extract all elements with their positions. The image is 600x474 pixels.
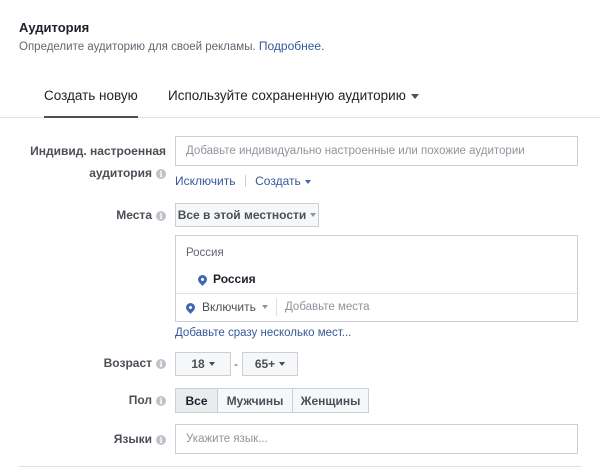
locations-box: Россия Россия Включить Добавьте места: [175, 235, 578, 322]
info-icon[interactable]: i: [156, 169, 166, 179]
location-group-header: Россия: [186, 247, 224, 259]
age-label: Возраст i: [20, 356, 166, 370]
age-min-dropdown[interactable]: 18: [175, 352, 231, 376]
chevron-down-icon: [310, 213, 317, 217]
languages-input[interactable]: Укажите язык...: [175, 424, 578, 454]
add-locations-placeholder: Добавьте места: [285, 301, 370, 313]
tab-saved-audience[interactable]: Используйте сохраненную аудиторию: [168, 88, 419, 116]
add-locations-input[interactable]: Добавьте места: [285, 301, 370, 313]
location-type-dropdown[interactable]: Все в этой местности: [175, 203, 319, 227]
location-pin-icon: [196, 272, 209, 286]
gender-option-women-label: Женщины: [300, 393, 361, 408]
custom-audience-label: Индивид. настроенная аудитория i: [20, 140, 166, 184]
gender-option-men-label: Мужчины: [226, 393, 284, 408]
locations-label: Места i: [20, 208, 166, 222]
custom-audience-input[interactable]: Добавьте индивидуально настроенные или п…: [175, 136, 578, 166]
info-icon[interactable]: i: [156, 396, 166, 406]
gender-option-women[interactable]: Женщины: [293, 388, 369, 413]
audience-card: Аудитория Определите аудиторию для своей…: [0, 0, 600, 474]
chevron-down-icon: [304, 179, 311, 184]
chevron-down-icon: [279, 362, 286, 366]
bottom-divider: [19, 466, 581, 467]
info-icon[interactable]: i: [156, 435, 166, 445]
location-type-value: Все в этой местности: [177, 208, 307, 222]
selected-location-label: Россия: [213, 272, 256, 286]
selected-location[interactable]: Россия: [196, 272, 256, 286]
locations-divider: [176, 293, 577, 294]
tab-create-new[interactable]: Создать новую: [44, 88, 138, 118]
section-title: Аудитория: [19, 20, 90, 35]
gender-option-all-label: Все: [185, 393, 208, 408]
custom-audience-placeholder: Добавьте индивидуально настроенные или п…: [186, 145, 525, 157]
custom-audience-label-line2-wrap: аудитория i: [20, 162, 166, 184]
gender-option-all[interactable]: Все: [175, 388, 218, 413]
create-audience-label: Создать: [255, 174, 301, 188]
location-pin-icon: [184, 300, 197, 314]
exclude-link[interactable]: Исключить: [175, 174, 235, 188]
bulk-add-locations-link[interactable]: Добавьте сразу несколько мест...: [175, 327, 351, 339]
gender-label-text: Пол: [128, 393, 152, 407]
info-icon[interactable]: i: [156, 359, 166, 369]
include-separator: [276, 298, 277, 316]
locations-label-text: Места: [116, 208, 152, 222]
tab-create-new-label: Создать новую: [44, 88, 138, 103]
audience-tabs: Создать новую Используйте сохраненную ау…: [0, 80, 600, 118]
age-min-value: 18: [191, 357, 205, 371]
languages-label: Языки i: [20, 432, 166, 446]
chevron-down-icon: [261, 305, 268, 309]
languages-label-text: Языки: [113, 432, 152, 446]
link-divider: [244, 175, 246, 187]
include-dropdown[interactable]: Включить: [184, 300, 268, 314]
chevron-down-icon: [208, 362, 215, 366]
age-separator: -: [234, 357, 238, 371]
learn-more-link[interactable]: Подробнее.: [259, 39, 325, 53]
info-icon[interactable]: i: [156, 211, 166, 221]
languages-placeholder: Укажите язык...: [186, 433, 268, 445]
tab-saved-audience-label: Используйте сохраненную аудиторию: [168, 88, 406, 103]
subtitle-text: Определите аудиторию для своей рекламы.: [19, 41, 256, 53]
custom-audience-label-line2: аудитория: [89, 166, 152, 180]
gender-option-men[interactable]: Мужчины: [218, 388, 293, 413]
age-max-dropdown[interactable]: 65+: [242, 352, 298, 376]
section-header: Аудитория Определите аудиторию для своей…: [19, 20, 324, 53]
chevron-down-icon: [410, 93, 419, 99]
age-max-value: 65+: [254, 357, 276, 371]
gender-label: Пол i: [20, 393, 166, 407]
age-label-text: Возраст: [103, 356, 152, 370]
custom-audience-actions: Исключить Создать: [175, 174, 311, 188]
include-value: Включить: [202, 300, 256, 314]
custom-audience-label-line1: Индивид. настроенная: [30, 144, 166, 158]
create-audience-link[interactable]: Создать: [255, 174, 311, 188]
section-subtitle: Определите аудиторию для своей рекламы. …: [19, 39, 324, 53]
gender-segmented-control: Все Мужчины Женщины: [175, 388, 369, 413]
